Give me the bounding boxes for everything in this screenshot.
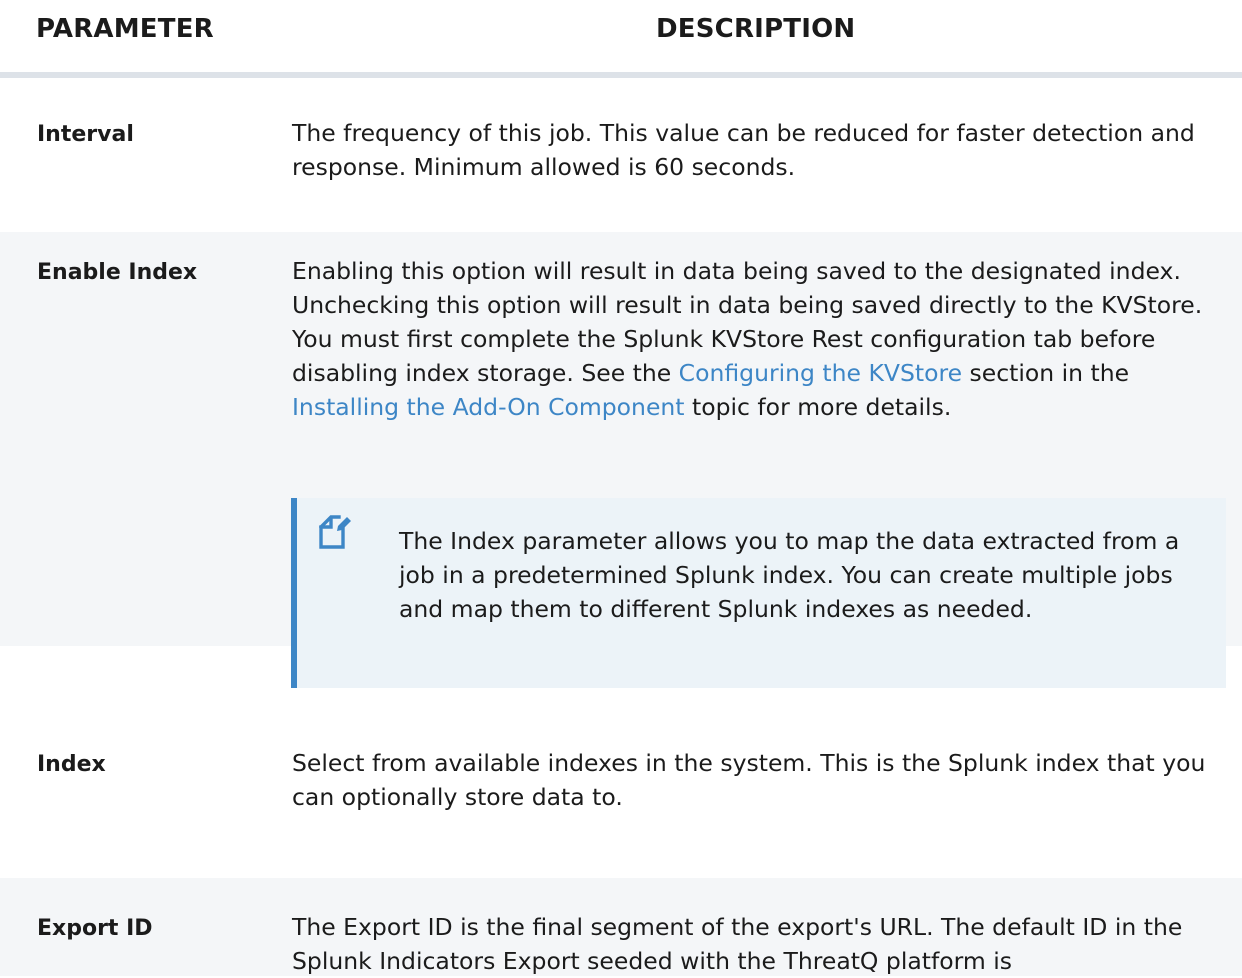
table-header: PARAMETER DESCRIPTION bbox=[0, 0, 1242, 78]
parameter-description: The Export ID is the final segment of th… bbox=[292, 913, 1183, 975]
note-edit-icon bbox=[318, 514, 353, 550]
description-text: topic for more details. bbox=[684, 393, 952, 421]
parameter-name: Interval bbox=[37, 122, 134, 147]
parameter-description: Select from available indexes in the sys… bbox=[292, 749, 1206, 811]
parameter-name: Index bbox=[37, 752, 106, 777]
column-header-description: DESCRIPTION bbox=[656, 14, 856, 44]
table-row-interval: Interval The frequency of this job. This… bbox=[0, 78, 1242, 181]
description-text: section in the bbox=[962, 359, 1130, 387]
table-row-export-id: Export ID The Export ID is the final seg… bbox=[0, 878, 1242, 976]
table-row-enable-index: Enable Index Enabling this option will r… bbox=[0, 232, 1242, 688]
installing-addon-link[interactable]: Installing the Add-On Component bbox=[292, 393, 685, 421]
parameter-description: The frequency of this job. This value ca… bbox=[292, 119, 1195, 181]
note-text: The Index parameter allows you to map th… bbox=[399, 527, 1180, 623]
parameter-description: Enabling this option will result in data… bbox=[292, 254, 1237, 424]
column-header-parameter: PARAMETER bbox=[36, 14, 214, 44]
table-row-index: Index Select from available indexes in t… bbox=[0, 646, 1242, 878]
configuring-kvstore-link[interactable]: Configuring the KVStore bbox=[679, 359, 962, 387]
parameter-name: Enable Index bbox=[37, 260, 198, 285]
parameter-name: Export ID bbox=[37, 916, 153, 941]
